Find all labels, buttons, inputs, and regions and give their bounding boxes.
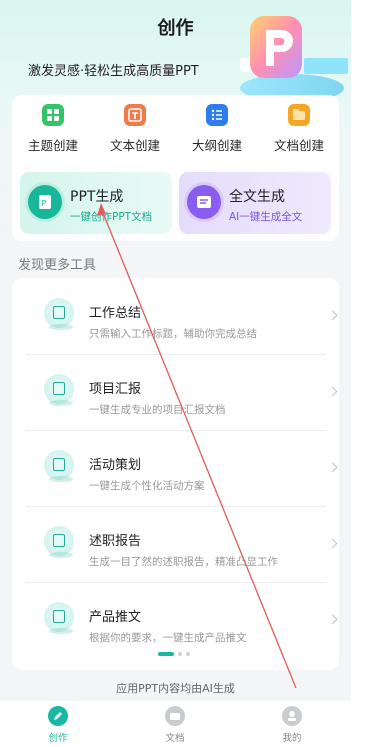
tool-item-work-summary[interactable]: 工作总结 只需输入工作标题，辅助你完成总结 (26, 278, 338, 355)
folder-icon (288, 104, 310, 126)
tool-title: 产品推文 (89, 610, 142, 625)
quick-action-label: 文本创建 (109, 138, 160, 153)
text-box-icon (124, 104, 146, 126)
pen-icon (48, 706, 68, 726)
tool-description: 只需输入工作标题，辅助你完成总结 (89, 328, 257, 340)
tool-item-project-report[interactable]: 项目汇报 一键生成专业的项目汇报文档 (26, 354, 338, 431)
book-icon (44, 298, 74, 330)
chevron-right-icon (327, 386, 338, 397)
tool-title: 述职报告 (89, 534, 142, 549)
screen-margin (351, 0, 373, 747)
svg-text:P: P (42, 199, 47, 208)
app-screen: 创作 激发灵感·轻松生成高质量PPT 主题创建 文本创建 大纲创建 文档创建 P… (0, 0, 351, 747)
user-icon (282, 706, 302, 726)
tool-description: 一键生成专业的项目汇报文档 (89, 404, 226, 416)
full-text-generate-card[interactable]: 全文生成 AI一键生成全文 (179, 172, 331, 234)
quick-action-label: 主题创建 (27, 138, 78, 153)
document-icon (187, 185, 221, 219)
tool-description: 一键生成个性化活动方案 (89, 480, 205, 492)
section-title: 发现更多工具 (18, 258, 97, 273)
quick-action-label: 大纲创建 (191, 138, 242, 153)
ppt-generate-subtitle: 一键创作PPT文档 (70, 211, 153, 223)
bottom-tab-bar: 创作 文档 我的 (0, 701, 351, 747)
tool-item-job-report[interactable]: 述职报告 生成一目了然的述职报告，精准凸显工作 (26, 506, 338, 583)
quick-action-label: 文档创建 (273, 138, 324, 153)
tool-title: 项目汇报 (89, 382, 142, 397)
tab-documents[interactable]: 文档 (145, 706, 205, 744)
chevron-right-icon (327, 310, 338, 321)
chevron-right-icon (327, 462, 338, 473)
tab-label: 创作 (48, 733, 68, 744)
full-text-generate-subtitle: AI一键生成全文 (229, 211, 303, 223)
open-book-icon (44, 374, 74, 406)
ppt-icon: P (28, 185, 62, 219)
ppt-generate-title: PPT生成 (70, 189, 124, 205)
note-icon (44, 602, 74, 634)
folder-icon (165, 706, 185, 726)
chevron-right-icon (327, 614, 338, 625)
tab-label: 文档 (165, 733, 185, 744)
tool-title: 工作总结 (89, 306, 142, 321)
tab-label: 我的 (282, 733, 302, 744)
tools-list: 工作总结 只需输入工作标题，辅助你完成总结 项目汇报 一键生成专业的项目汇报文档… (12, 278, 339, 670)
ai-disclaimer: 应用PPT内容均由AI生成 (116, 682, 235, 695)
tool-item-event-planning[interactable]: 活动策划 一键生成个性化活动方案 (26, 430, 338, 507)
tab-profile[interactable]: 我的 (262, 706, 322, 744)
ppt-generate-card[interactable]: P PPT生成 一键创作PPT文档 (20, 172, 172, 234)
edit-doc-icon (44, 450, 74, 482)
tool-title: 活动策划 (89, 458, 142, 473)
quick-text-create[interactable]: 文本创建 (94, 104, 176, 154)
grid-icon (42, 104, 64, 126)
list-icon (206, 104, 228, 126)
full-text-generate-title: 全文生成 (229, 189, 285, 205)
tool-description: 生成一目了然的述职报告，精准凸显工作 (89, 556, 278, 568)
chevron-right-icon (327, 538, 338, 549)
tool-item-product-post[interactable]: 产品推文 根据你的要求，一键生成产品推文 (26, 582, 338, 658)
quick-outline-create[interactable]: 大纲创建 (176, 104, 258, 154)
page-subtitle: 激发灵感·轻松生成高质量PPT (28, 64, 199, 79)
text-doc-icon (44, 526, 74, 558)
tool-description: 根据你的要求，一键生成产品推文 (89, 632, 247, 644)
tab-create[interactable]: 创作 (28, 706, 88, 744)
quick-theme-create[interactable]: 主题创建 (12, 104, 94, 154)
quick-doc-create[interactable]: 文档创建 (258, 104, 340, 154)
